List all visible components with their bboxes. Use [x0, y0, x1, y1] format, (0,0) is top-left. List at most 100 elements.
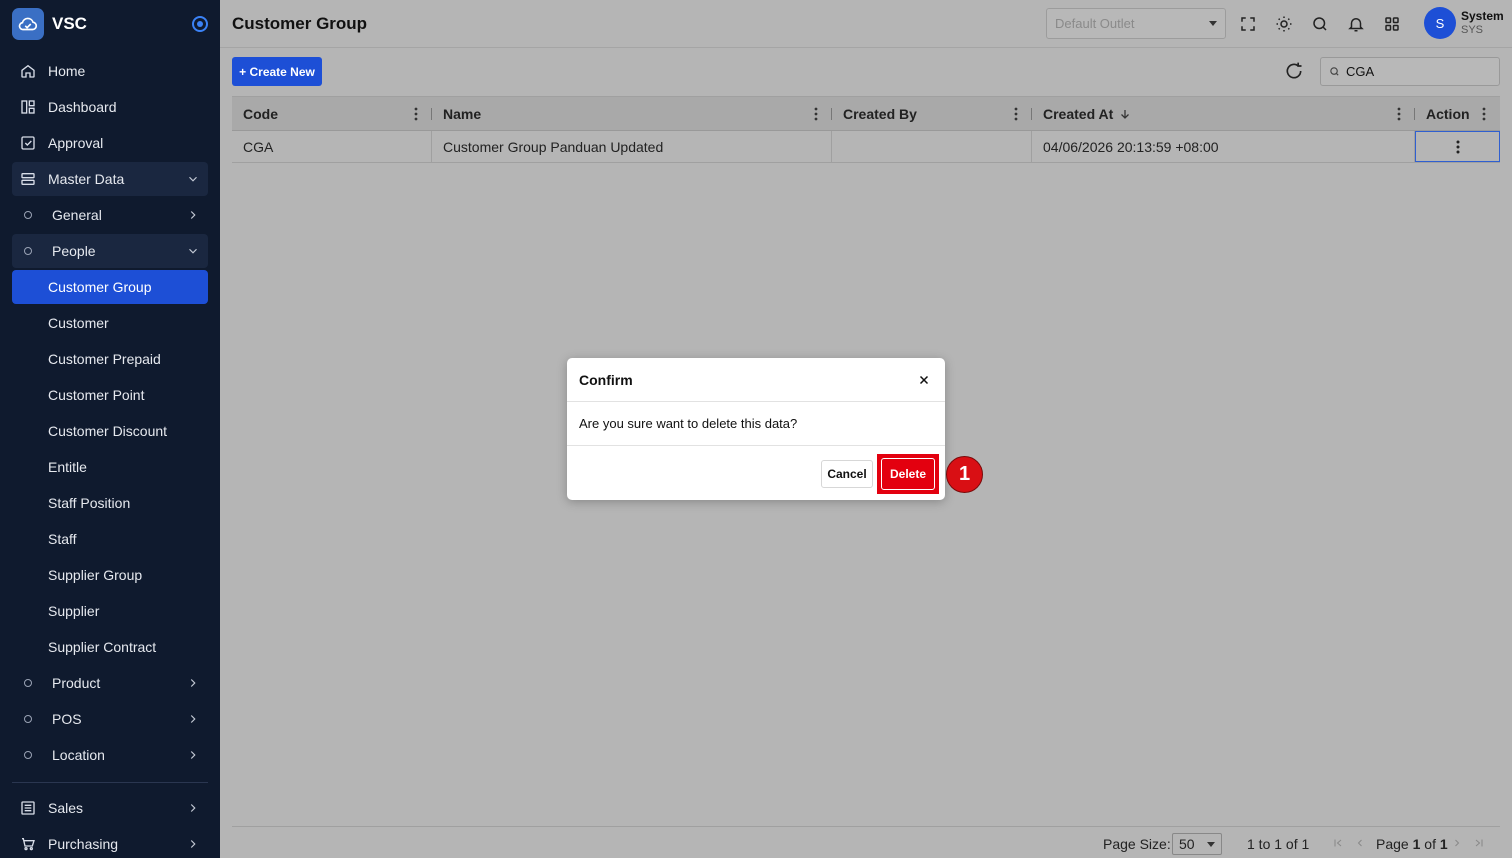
sun-icon[interactable] [1273, 13, 1295, 35]
outlet-select-placeholder: Default Outlet [1055, 16, 1135, 31]
table-row[interactable]: CGA Customer Group Panduan Updated 04/06… [232, 131, 1500, 163]
chevron-right-icon [190, 840, 196, 848]
column-menu-icon[interactable] [414, 107, 418, 121]
refresh-icon[interactable] [1284, 61, 1304, 81]
row-actions-icon[interactable] [1456, 140, 1460, 154]
search-box[interactable] [1320, 57, 1500, 86]
column-menu-icon[interactable] [814, 107, 818, 121]
sidebar-item-supplier-group[interactable]: Supplier Group [12, 558, 208, 592]
sidebar-item-supplier-contract[interactable]: Supplier Contract [12, 630, 208, 664]
page-label: Page [1376, 836, 1409, 852]
cloud-logo-icon [12, 8, 44, 40]
page-size-value: 50 [1179, 836, 1195, 852]
sidebar-item-label: Entitle [48, 459, 87, 475]
cell-code: CGA [232, 131, 432, 162]
list-icon [20, 800, 36, 816]
sidebar-item-home[interactable]: Home [12, 54, 208, 88]
grid-header-row: Code Name Created By Created At Action [232, 96, 1500, 131]
sidebar-item-general[interactable]: General [12, 198, 208, 232]
sidebar-item-label: Approval [48, 135, 104, 151]
sidebar-item-label: Supplier [48, 603, 100, 619]
apps-grid-icon[interactable] [1381, 13, 1403, 35]
database-icon [20, 171, 36, 187]
sidebar-item-purchasing[interactable]: Purchasing [12, 827, 208, 858]
dashboard-icon [20, 99, 36, 115]
column-label: Code [243, 105, 278, 122]
page-size-select[interactable]: 50 [1172, 833, 1222, 855]
close-icon[interactable] [917, 373, 931, 387]
delete-button[interactable]: Delete [881, 458, 935, 490]
page-indicator: Page 1 of 1 [1376, 836, 1448, 852]
delete-highlight: Delete [877, 454, 939, 494]
user-menu[interactable]: S System SYS [1424, 7, 1504, 39]
sidebar-item-entitle[interactable]: Entitle [12, 450, 208, 484]
chevron-down-icon [189, 176, 197, 182]
sidebar-item-label: Customer Group [48, 279, 152, 295]
app-name: VSC [52, 14, 87, 33]
column-header-created-by[interactable]: Created By [832, 97, 1032, 130]
column-header-name[interactable]: Name [432, 97, 832, 130]
bell-icon[interactable] [1345, 13, 1367, 35]
outlet-select[interactable]: Default Outlet [1046, 8, 1226, 39]
sidebar-item-location[interactable]: Location [12, 738, 208, 772]
search-icon[interactable] [1309, 13, 1331, 35]
sidebar-item-dashboard[interactable]: Dashboard [12, 90, 208, 124]
pagination-bar: Page Size: 50 1 to 1 of 1 Page 1 of 1 [232, 826, 1500, 858]
column-header-code[interactable]: Code [232, 97, 432, 130]
fullscreen-icon[interactable] [1237, 13, 1259, 35]
sidebar-nav: Home Dashboard Approval Master Data Gene… [12, 54, 208, 858]
circle-bullet-icon [24, 715, 32, 723]
page-of: of [1424, 836, 1436, 852]
search-input[interactable] [1346, 64, 1486, 79]
column-header-action[interactable]: Action [1415, 97, 1500, 130]
previous-page-icon[interactable] [1354, 837, 1366, 849]
sidebar-divider [12, 782, 208, 783]
sidebar-item-pos[interactable]: POS [12, 702, 208, 736]
page-size-label: Page Size: [1103, 836, 1171, 852]
cart-icon [20, 836, 36, 852]
avatar: S [1424, 7, 1456, 39]
sidebar-item-supplier[interactable]: Supplier [12, 594, 208, 628]
circle-bullet-icon [24, 247, 32, 255]
next-page-icon[interactable] [1451, 837, 1463, 849]
page-current: 1 [1412, 836, 1421, 852]
last-page-icon[interactable] [1473, 837, 1485, 849]
user-info: System SYS [1461, 9, 1504, 37]
column-header-created-at[interactable]: Created At [1032, 97, 1415, 130]
sidebar-item-master-data[interactable]: Master Data [12, 162, 208, 196]
sidebar-item-sales[interactable]: Sales [12, 791, 208, 825]
sidebar-item-staff[interactable]: Staff [12, 522, 208, 556]
dialog-message: Are you sure want to delete this data? [567, 402, 945, 446]
sidebar-toggle-icon[interactable] [192, 16, 208, 32]
user-code: SYS [1461, 24, 1484, 36]
sidebar-item-approval[interactable]: Approval [12, 126, 208, 160]
chevron-right-icon [190, 715, 196, 723]
checkbox-icon [20, 135, 36, 151]
column-label: Name [443, 105, 482, 122]
caret-down-icon [1209, 21, 1217, 26]
cancel-button[interactable]: Cancel [821, 460, 873, 488]
cell-action[interactable] [1415, 131, 1500, 162]
sidebar-item-product[interactable]: Product [12, 666, 208, 700]
column-menu-icon[interactable] [1014, 107, 1018, 121]
column-label: Action [1426, 105, 1470, 122]
column-label: Created At [1043, 105, 1114, 122]
column-label: Created By [843, 105, 917, 122]
page-title: Customer Group [232, 13, 368, 33]
sidebar-item-label: Sales [48, 800, 84, 816]
sidebar-item-customer-prepaid[interactable]: Customer Prepaid [12, 342, 208, 376]
page-total: 1 [1439, 836, 1448, 852]
create-new-button[interactable]: + Create New [232, 57, 322, 86]
row-range: 1 to 1 of 1 [1247, 836, 1310, 852]
column-menu-icon[interactable] [1397, 107, 1401, 121]
sidebar-item-customer[interactable]: Customer [12, 306, 208, 340]
sidebar-item-staff-position[interactable]: Staff Position [12, 486, 208, 520]
first-page-icon[interactable] [1332, 837, 1344, 849]
sidebar-item-customer-point[interactable]: Customer Point [12, 378, 208, 412]
sidebar-item-customer-discount[interactable]: Customer Discount [12, 414, 208, 448]
sidebar-item-people[interactable]: People [12, 234, 208, 268]
column-menu-icon[interactable] [1482, 107, 1486, 121]
sidebar-item-customer-group[interactable]: Customer Group [12, 270, 208, 304]
sidebar-item-label: POS [52, 711, 82, 727]
user-name: System [1461, 9, 1504, 23]
